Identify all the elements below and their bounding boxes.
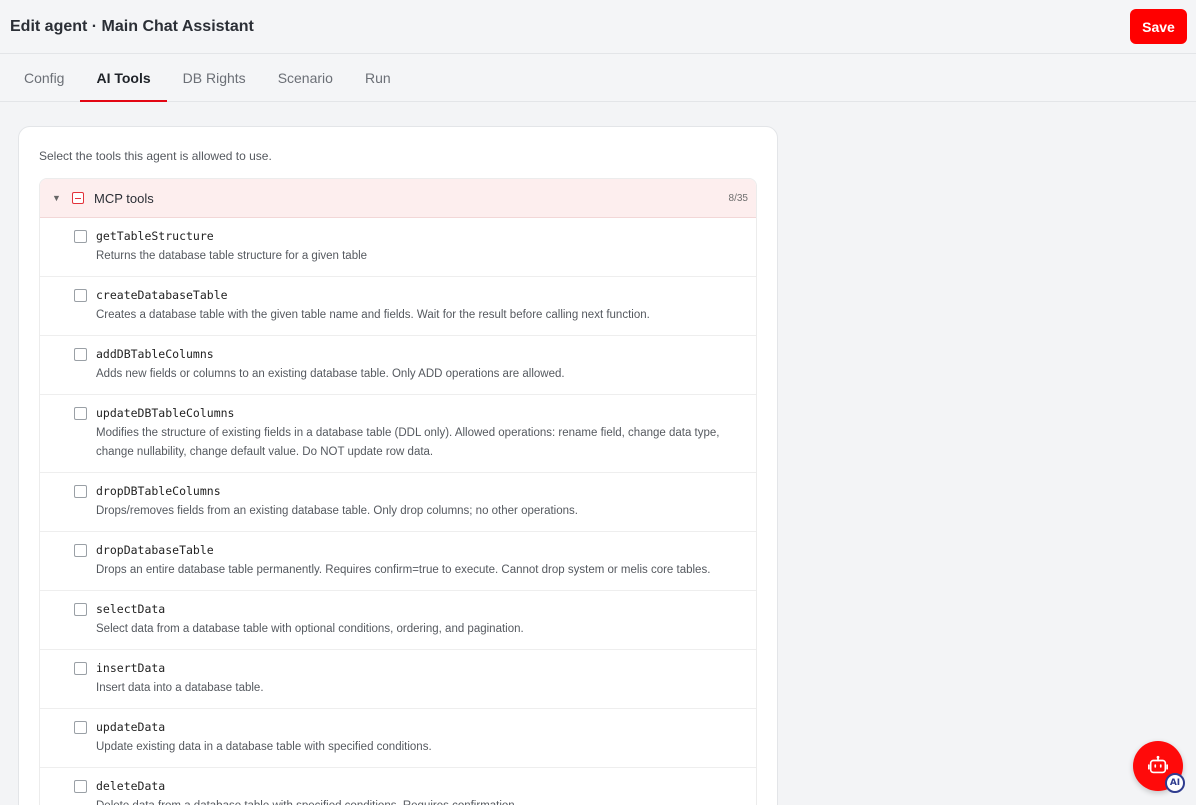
tool-description: Drops/removes fields from an existing da… — [96, 505, 578, 517]
tool-checkbox[interactable] — [74, 603, 87, 616]
caret-down-icon[interactable]: ▼ — [52, 193, 62, 203]
tool-description: Select data from a database table with o… — [96, 623, 524, 635]
tool-group-mcp: ▼ MCP tools 8/35 getTableStructure Retur… — [39, 178, 757, 805]
tool-item: getTableStructure Returns the database t… — [40, 218, 756, 277]
tab-db-rights[interactable]: DB Rights — [167, 54, 262, 101]
tab-config[interactable]: Config — [8, 54, 80, 101]
tool-group-count: 8/35 — [728, 192, 748, 204]
tool-name[interactable]: addDBTableColumns — [96, 347, 744, 362]
tool-checkbox[interactable] — [74, 662, 87, 675]
tool-description: Adds new fields or columns to an existin… — [96, 368, 565, 380]
tool-name[interactable]: deleteData — [96, 779, 744, 794]
page-title: Edit agent · Main Chat Assistant — [10, 17, 254, 35]
tool-checkbox[interactable] — [74, 348, 87, 361]
tool-description: Creates a database table with the given … — [96, 309, 650, 321]
tool-item: createDatabaseTable Creates a database t… — [40, 277, 756, 336]
group-select-all-checkbox[interactable] — [72, 192, 84, 204]
tool-item: updateDBTableColumns Modifies the struct… — [40, 395, 756, 473]
tool-description: Update existing data in a database table… — [96, 741, 432, 753]
tool-description: Delete data from a database table with s… — [96, 797, 744, 805]
tool-description: Returns the database table structure for… — [96, 250, 368, 262]
tool-name[interactable]: selectData — [96, 602, 744, 617]
tool-name[interactable]: dropDatabaseTable — [96, 543, 744, 558]
tool-item: updateData Update existing data in a dat… — [40, 709, 756, 768]
tool-item: dropDBTableColumns Drops/removes fields … — [40, 473, 756, 532]
tools-card: Select the tools this agent is allowed t… — [18, 126, 778, 805]
tool-checkbox[interactable] — [74, 230, 87, 243]
tool-group-header[interactable]: ▼ MCP tools 8/35 — [40, 179, 756, 218]
tool-item: insertData Insert data into a database t… — [40, 650, 756, 709]
tool-item: dropDatabaseTable Drops an entire databa… — [40, 532, 756, 591]
tool-name[interactable]: updateData — [96, 720, 744, 735]
tool-name[interactable]: insertData — [96, 661, 744, 676]
tool-item: deleteData Delete data from a database t… — [40, 768, 756, 805]
tool-item: addDBTableColumns Adds new fields or col… — [40, 336, 756, 395]
tool-item: selectData Select data from a database t… — [40, 591, 756, 650]
tool-checkbox[interactable] — [74, 544, 87, 557]
tool-checkbox[interactable] — [74, 721, 87, 734]
tool-name[interactable]: getTableStructure — [96, 229, 744, 244]
intro-text: Select the tools this agent is allowed t… — [39, 149, 272, 163]
ai-assistant-button[interactable]: AI — [1133, 741, 1185, 793]
tool-checkbox[interactable] — [74, 289, 87, 302]
tab-bar: Config AI Tools DB Rights Scenario Run — [0, 54, 1196, 102]
robot-icon — [1148, 755, 1168, 774]
tab-ai-tools[interactable]: AI Tools — [80, 54, 167, 102]
top-bar: Edit agent · Main Chat Assistant Save — [0, 0, 1196, 54]
tool-name[interactable]: dropDBTableColumns — [96, 484, 744, 499]
tab-run[interactable]: Run — [349, 54, 407, 101]
save-button[interactable]: Save — [1130, 9, 1187, 44]
tool-name[interactable]: createDatabaseTable — [96, 288, 744, 303]
tool-name[interactable]: updateDBTableColumns — [96, 406, 744, 421]
tool-description: Insert data into a database table. — [96, 682, 264, 694]
tab-scenario[interactable]: Scenario — [262, 54, 349, 101]
tool-checkbox[interactable] — [74, 780, 87, 793]
ai-badge-icon: AI — [1165, 773, 1185, 793]
tool-checkbox[interactable] — [74, 485, 87, 498]
tool-description: Modifies the structure of existing field… — [96, 427, 720, 458]
tool-group-name: MCP tools — [94, 190, 154, 206]
tool-checkbox[interactable] — [74, 407, 87, 420]
tool-description: Drops an entire database table permanent… — [96, 564, 711, 576]
